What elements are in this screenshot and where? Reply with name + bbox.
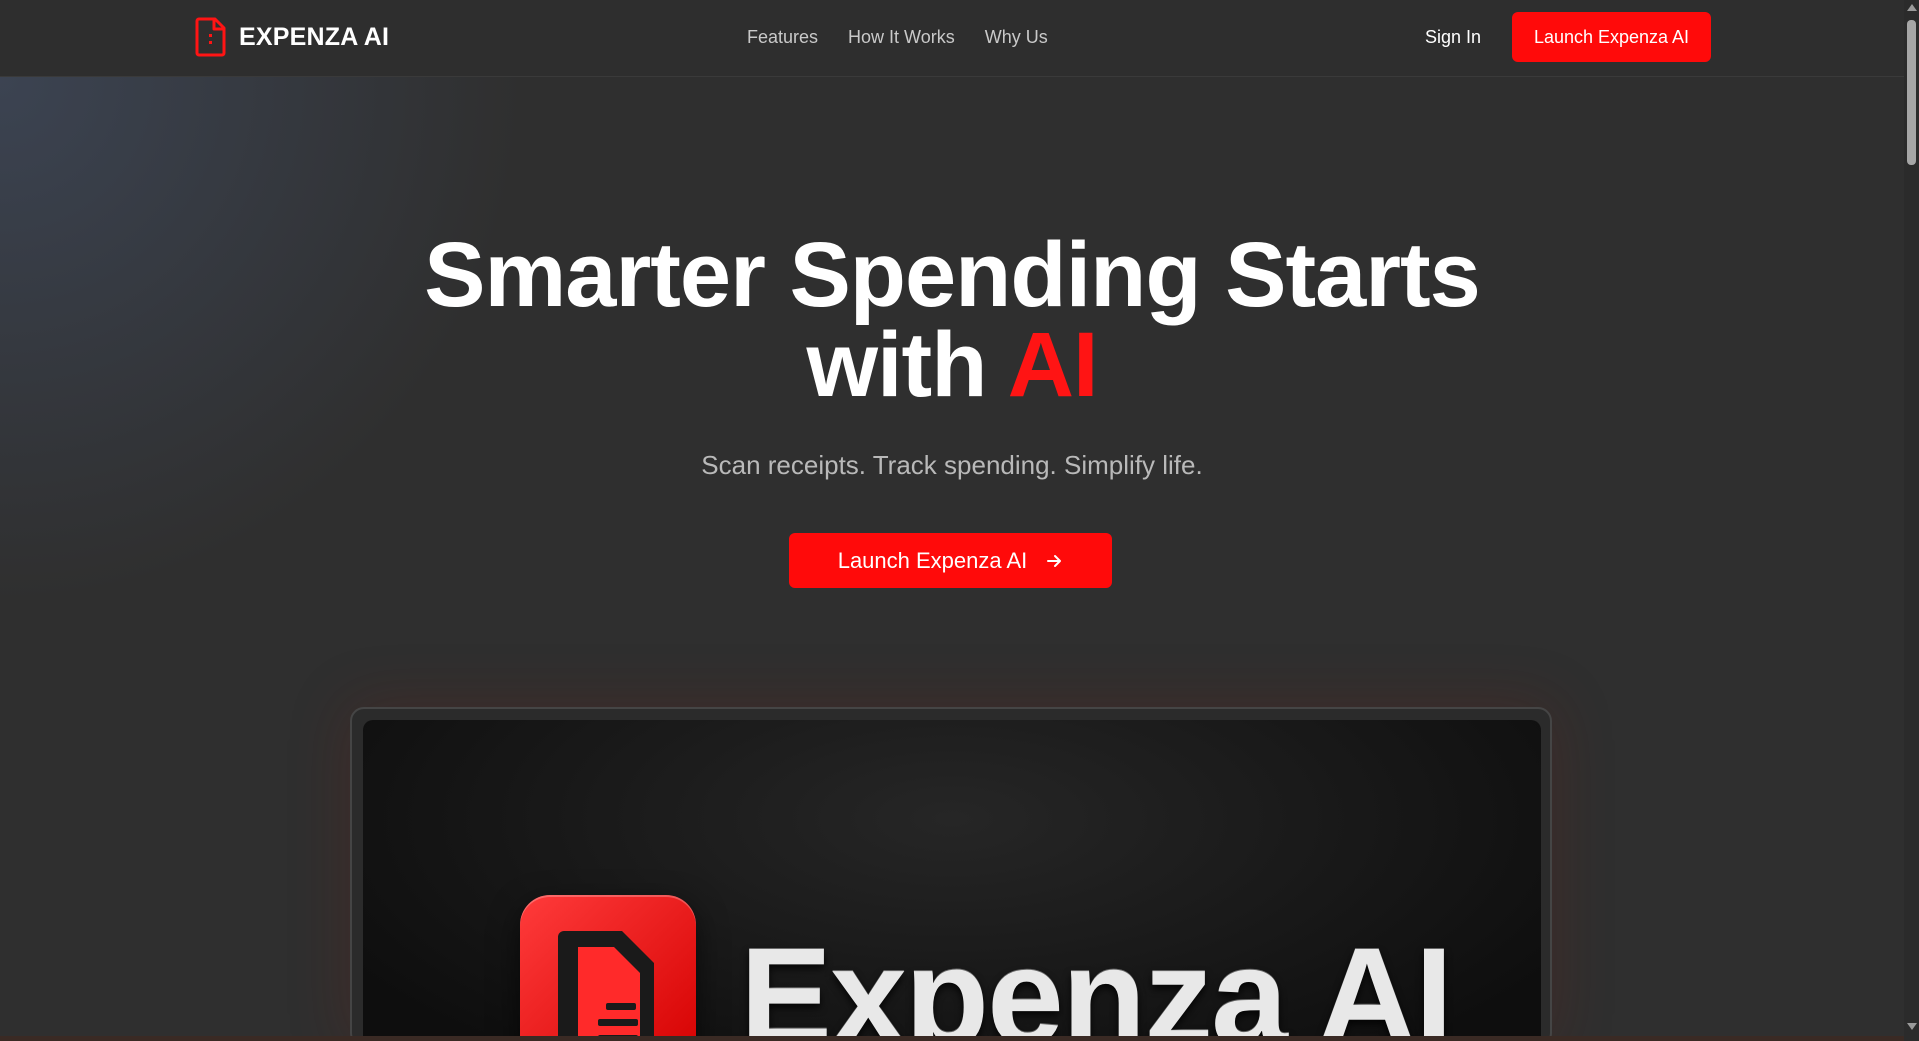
bottom-edge — [0, 1036, 1904, 1041]
top-navbar: EXPENZA AI Features How It Works Why Us … — [0, 0, 1904, 77]
hero-title-line1: Smarter Spending Starts — [424, 224, 1481, 326]
hero-title: Smarter Spending Starts with AI — [0, 229, 1904, 411]
brand-logo-link[interactable]: EXPENZA AI — [195, 17, 389, 57]
scroll-up-arrow-icon[interactable] — [1907, 4, 1917, 11]
scroll-down-arrow-icon[interactable] — [1907, 1023, 1917, 1030]
sign-in-link[interactable]: Sign In — [1425, 27, 1481, 48]
landing-page: EXPENZA AI Features How It Works Why Us … — [0, 0, 1919, 1041]
brand-name: EXPENZA AI — [239, 22, 390, 51]
nav-link-why-us[interactable]: Why Us — [985, 27, 1048, 48]
app-preview-image: Expenza AI — [363, 720, 1541, 1041]
page-scrollbar[interactable] — [1904, 0, 1919, 1041]
nav-link-how-it-works[interactable]: How It Works — [848, 27, 955, 48]
hero-title-accent: AI — [1007, 314, 1099, 416]
hero-launch-label: Launch Expenza AI — [837, 547, 1028, 573]
receipt-file-icon — [195, 17, 226, 57]
nav-launch-button[interactable]: Launch Expenza AI — [1512, 12, 1711, 62]
hero-subtitle: Scan receipts. Track spending. Simplify … — [701, 450, 1203, 480]
nav-links: Features How It Works Why Us — [747, 27, 1048, 48]
receipt-file-icon — [558, 931, 654, 1041]
scroll-thumb[interactable] — [1907, 20, 1916, 165]
nav-link-features[interactable]: Features — [747, 27, 818, 48]
hero-title-line2-prefix: with — [806, 314, 987, 416]
preview-logo-badge — [520, 895, 696, 1041]
preview-brand-text: Expenza AI — [740, 920, 1453, 1041]
arrow-right-icon — [1047, 554, 1062, 567]
hero-launch-button[interactable]: Launch Expenza AI — [789, 533, 1112, 588]
app-preview-frame: Expenza AI — [350, 707, 1552, 1041]
